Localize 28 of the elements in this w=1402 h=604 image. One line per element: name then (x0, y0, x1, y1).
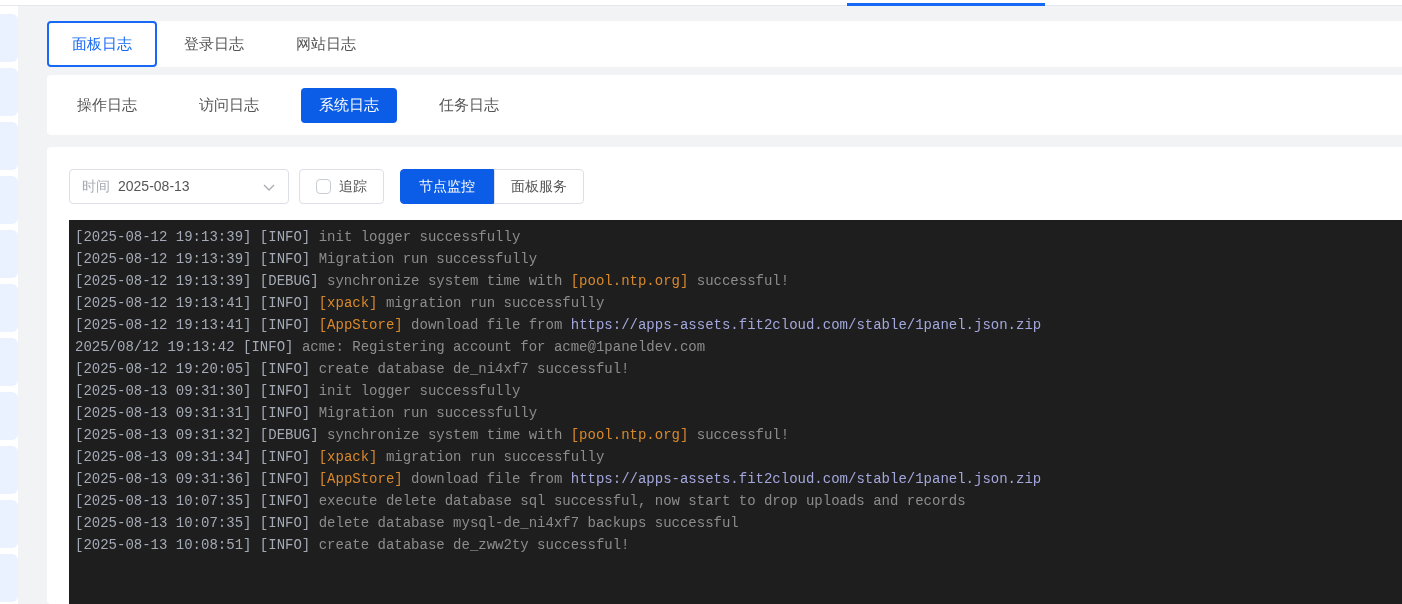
log-tab[interactable]: 登录日志 (159, 21, 269, 67)
source-button[interactable]: 节点监控 (400, 169, 494, 204)
log-tab[interactable]: 网站日志 (271, 21, 381, 67)
log-line: [2025-08-12 19:13:41] [INFO] [xpack] migration run successfully (75, 294, 605, 313)
log-line: [2025-08-12 19:13:41] [INFO] [AppStore] download file from https://apps-assets.fit2cloud.com/stable/1panel.json.zip (75, 316, 1042, 335)
log-line: [2025-08-13 09:31:34] [INFO] [xpack] migration run successfully (75, 448, 605, 467)
log-line: [2025-08-12 19:13:39] [INFO] Migration run successfully (75, 250, 538, 269)
log-line: [2025-08-13 10:08:51] [INFO] create database de_zww2ty successful! (75, 536, 630, 555)
date-value: 2025-08-13 (118, 177, 191, 196)
log-line: 2025/08/12 19:13:42 [INFO] acme: Registering account for acme@1paneldev.com (75, 338, 706, 357)
date-label: 时间 (82, 177, 110, 196)
log-tab[interactable]: 面板日志 (47, 21, 157, 67)
log-line: [2025-08-13 09:31:31] [INFO] Migration run successfully (75, 404, 538, 423)
log-line: [2025-08-13 10:07:35] [INFO] execute delete database sql successful, now start to drop uploads and records (75, 492, 966, 511)
log-type-tab[interactable]: 访问日志 (179, 87, 279, 123)
log-line: [2025-08-13 09:31:30] [INFO] init logger successfully (75, 382, 521, 401)
log-type-tab[interactable]: 系统日志 (301, 87, 397, 123)
log-line: [2025-08-13 09:31:36] [INFO] [AppStore] download file from https://apps-assets.fit2cloud.com/stable/1panel.json.zip (75, 470, 1042, 489)
log-line: [2025-08-13 09:31:32] [DEBUG] synchronize system time with [pool.ntp.org] successful! (75, 426, 790, 445)
log-line: [2025-08-12 19:13:39] [DEBUG] synchronize system time with [pool.ntp.org] successful! (75, 272, 790, 291)
log-line: [2025-08-13 10:07:35] [INFO] delete database mysql-de_ni4xf7 backups successful (75, 514, 739, 533)
follow-checkbox[interactable]: 追踪 (299, 169, 384, 204)
log-line: [2025-08-12 19:13:39] [INFO] init logger successfully (75, 228, 521, 247)
log-type-tab[interactable]: 操作日志 (57, 87, 157, 123)
log-line: [2025-08-12 19:20:05] [INFO] create database de_ni4xf7 successful! (75, 360, 630, 379)
date-select[interactable]: 时间 2025-08-13 (69, 169, 289, 204)
log-type-tab[interactable]: 任务日志 (419, 87, 519, 123)
source-button[interactable]: 面板服务 (494, 169, 584, 204)
